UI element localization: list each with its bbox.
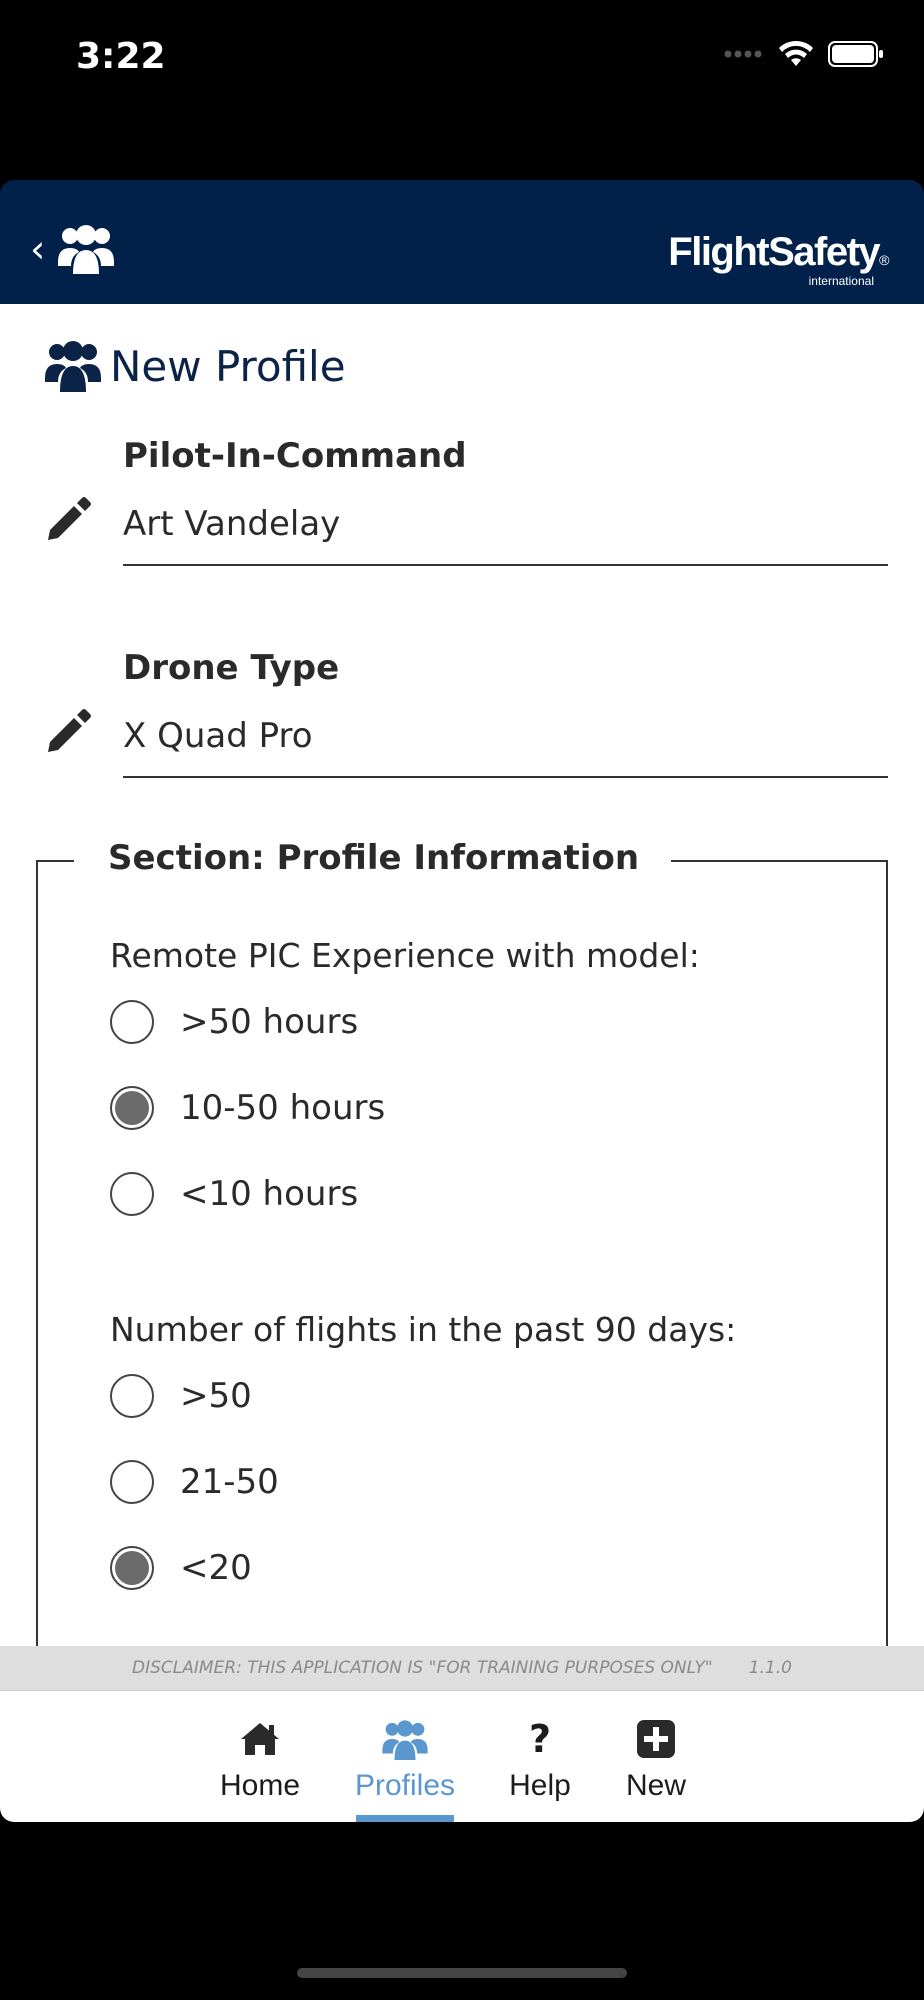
- main-content[interactable]: New Profile Pilot-In-Command Art Vandela…: [0, 304, 924, 1646]
- radio-option[interactable]: >50: [110, 1374, 252, 1418]
- users-icon: [381, 1717, 429, 1761]
- wifi-icon: [779, 40, 813, 66]
- back-button[interactable]: ‹: [30, 224, 126, 274]
- pencil-icon[interactable]: [44, 706, 92, 754]
- plus-square-icon: [636, 1717, 676, 1761]
- field-underline: [123, 564, 888, 566]
- tab-home[interactable]: Home: [210, 1717, 310, 1803]
- field-label: Drone Type: [123, 648, 340, 688]
- tab-new[interactable]: New: [606, 1717, 706, 1803]
- tab-label: Home: [219, 1769, 301, 1802]
- home-icon: [239, 1717, 281, 1761]
- brand-logo: FlightSafety® international: [668, 230, 889, 288]
- radio-option[interactable]: >50 hours: [110, 1000, 358, 1044]
- field-underline: [123, 776, 888, 778]
- field-label: Pilot-In-Command: [123, 436, 467, 476]
- tab-label: New: [625, 1769, 686, 1802]
- drone-type-field[interactable]: Drone Type X Quad Pro: [44, 648, 888, 788]
- radio-label: >50 hours: [180, 1002, 359, 1042]
- radio-option[interactable]: <20: [110, 1546, 252, 1590]
- brand-name: FlightSafety®: [668, 230, 889, 274]
- active-tab-indicator: [356, 1815, 454, 1822]
- disclaimer-text: DISCLAIMER: THIS APPLICATION IS "FOR TRA…: [132, 1658, 713, 1678]
- app-version: 1.1.0: [748, 1658, 792, 1678]
- pilot-in-command-field[interactable]: Pilot-In-Command Art Vandelay: [44, 436, 888, 576]
- radio-option[interactable]: 10-50 hours: [110, 1086, 385, 1130]
- page-title-text: New Profile: [110, 341, 346, 391]
- radio-label: <10 hours: [180, 1174, 359, 1214]
- radio-label: 10-50 hours: [180, 1088, 386, 1128]
- radio-button-selected[interactable]: [110, 1086, 154, 1130]
- users-icon: [58, 225, 115, 274]
- tab-profiles[interactable]: Profiles: [355, 1717, 455, 1803]
- radio-button[interactable]: [110, 1460, 154, 1504]
- radio-button[interactable]: [110, 1172, 154, 1216]
- question-icon: ?: [528, 1717, 552, 1761]
- pencil-icon[interactable]: [44, 494, 92, 542]
- tab-bar: Home Profiles ? Help New: [0, 1690, 924, 1822]
- disclaimer-bar: DISCLAIMER: THIS APPLICATION IS "FOR TRA…: [0, 1646, 924, 1690]
- page-title: New Profile: [44, 338, 346, 394]
- users-icon: [45, 341, 101, 392]
- cellular-signal-icon: [724, 50, 762, 58]
- radio-button-selected[interactable]: [110, 1546, 154, 1590]
- radio-option[interactable]: <10 hours: [110, 1172, 358, 1216]
- radio-button[interactable]: [110, 1374, 154, 1418]
- status-icons: [724, 40, 884, 68]
- question-label: Remote PIC Experience with model:: [110, 936, 700, 975]
- app-header: ‹ FlightSafety® international: [0, 180, 924, 304]
- home-indicator[interactable]: [297, 1968, 627, 1978]
- radio-label: <20: [180, 1548, 252, 1588]
- question-label: Number of flights in the past 90 days:: [110, 1310, 737, 1349]
- status-bar: 3:22: [0, 0, 924, 180]
- radio-label: 21-50: [180, 1462, 279, 1502]
- pilot-in-command-input[interactable]: Art Vandelay: [123, 504, 340, 544]
- chevron-left-icon: ‹: [30, 227, 46, 271]
- radio-label: >50: [180, 1376, 252, 1416]
- tab-label: Profiles: [354, 1769, 456, 1802]
- profile-information-section: Section: Profile Information Remote PIC …: [36, 838, 888, 1646]
- tab-label: Help: [509, 1769, 571, 1802]
- tab-help[interactable]: ? Help: [490, 1717, 590, 1803]
- radio-option[interactable]: 21-50: [110, 1460, 279, 1504]
- section-title: Section: Profile Information: [74, 838, 672, 878]
- radio-button[interactable]: [110, 1000, 154, 1044]
- status-time: 3:22: [76, 36, 166, 77]
- battery-icon: [828, 41, 883, 67]
- drone-type-input[interactable]: X Quad Pro: [123, 716, 313, 756]
